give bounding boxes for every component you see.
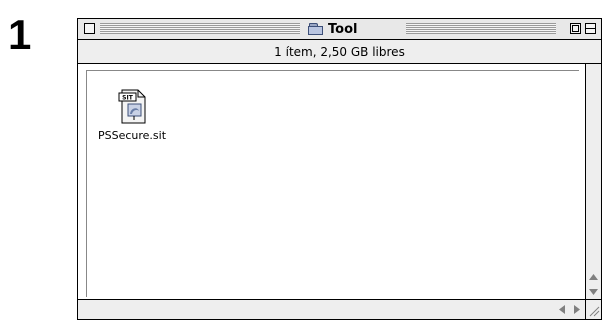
scroll-down-arrow-icon[interactable] [586, 284, 601, 299]
scroll-left-arrow-icon[interactable] [554, 302, 569, 317]
collapse-box-icon[interactable] [585, 23, 596, 34]
window-content-area[interactable]: SIT PSSecure.sit [86, 70, 579, 297]
horizontal-scrollbar[interactable] [78, 299, 587, 319]
scroll-right-arrow-icon[interactable] [569, 302, 584, 317]
title-bar[interactable]: Tool [78, 19, 601, 40]
window-info-bar: 1 ítem, 2,50 GB libres [78, 40, 601, 64]
file-name[interactable]: PSSecure.sit [87, 129, 177, 142]
window-info-text: 1 ítem, 2,50 GB libres [274, 44, 405, 59]
zoom-box-icon[interactable] [570, 23, 581, 34]
file-item[interactable]: SIT PSSecure.sit [87, 85, 177, 165]
window-title-text: Tool [328, 21, 358, 37]
step-number: 1 [8, 11, 32, 58]
folder-icon [308, 22, 324, 36]
title-stripes-left [100, 23, 300, 34]
vertical-scrollbar[interactable] [585, 64, 601, 300]
finder-window: Tool 1 ítem, 2,50 GB libres SIT PSSecure… [77, 18, 602, 320]
resize-grip-icon[interactable] [585, 299, 601, 319]
close-box-icon[interactable] [84, 23, 95, 34]
stuffit-archive-icon[interactable]: SIT [118, 89, 148, 125]
scroll-up-arrow-icon[interactable] [586, 269, 601, 284]
file-badge-text: SIT [122, 95, 134, 102]
window-title: Tool [302, 20, 364, 38]
title-stripes-right [406, 23, 556, 34]
